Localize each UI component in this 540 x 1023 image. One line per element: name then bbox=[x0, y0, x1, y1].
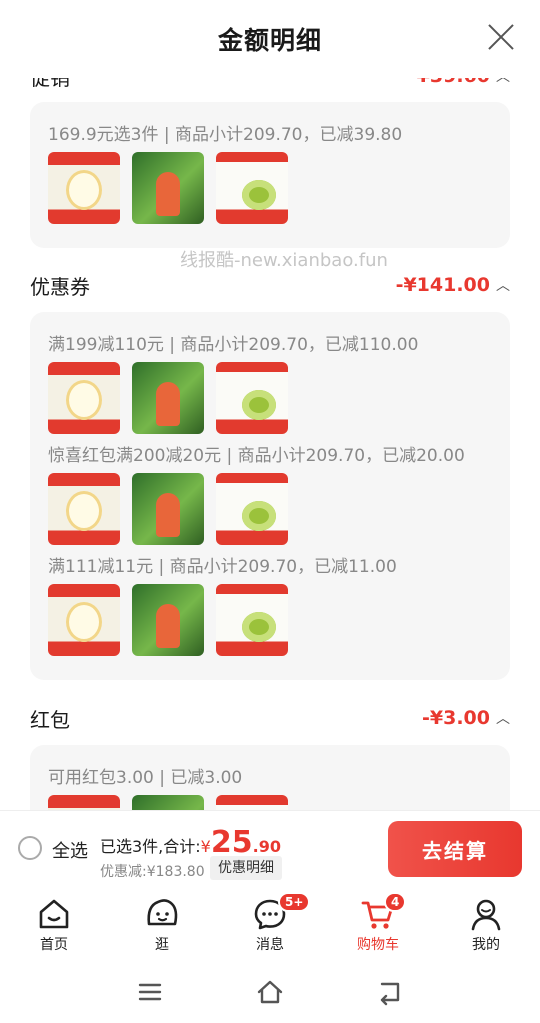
detail-content[interactable]: 促销 -¥39.60︿ 169.9元选3件 | 商品小计209.70，已减39.… bbox=[0, 0, 540, 810]
redpacket-group-line: 可用红包3.00 | 已减3.00 bbox=[48, 768, 243, 788]
tab-home[interactable]: 首页 bbox=[0, 888, 108, 960]
tab-messages-label: 消息 bbox=[256, 937, 284, 953]
tab-browse[interactable]: 逛 bbox=[108, 888, 216, 960]
redpacket-section-header[interactable]: 红包 -¥3.00 ︿ bbox=[30, 698, 510, 738]
checkout-bar: 全选 已选3件,合计: ¥ 25 .90 优惠减:¥183.80 优惠明细 去结… bbox=[0, 810, 540, 888]
product-thumb-farmer[interactable] bbox=[132, 473, 204, 545]
bottom-tabbar: 首页 逛 5+ 消息 4 购物车 我的 bbox=[0, 888, 540, 960]
tab-messages[interactable]: 5+ 消息 bbox=[216, 888, 324, 960]
tab-cart[interactable]: 4 购物车 bbox=[324, 888, 432, 960]
product-thumb-pear[interactable] bbox=[48, 795, 120, 810]
tab-home-label: 首页 bbox=[40, 937, 68, 953]
amount-detail-sheet: 促销 -¥39.60︿ 169.9元选3件 | 商品小计209.70，已减39.… bbox=[0, 0, 540, 810]
cart-badge: 4 bbox=[384, 892, 407, 912]
product-thumbs bbox=[48, 152, 288, 224]
product-thumb-pear[interactable] bbox=[48, 362, 120, 434]
redpacket-section-name: 红包 bbox=[30, 707, 70, 732]
total-decimal: .90 bbox=[252, 837, 281, 856]
user-icon bbox=[471, 899, 501, 931]
back-icon[interactable] bbox=[376, 978, 404, 1006]
discount-detail-button[interactable]: 优惠明细 bbox=[210, 856, 282, 880]
select-all-radio[interactable] bbox=[18, 836, 42, 860]
product-thumb-pear[interactable] bbox=[48, 152, 120, 224]
product-thumb-kiwi[interactable] bbox=[216, 362, 288, 434]
system-nav-bar bbox=[0, 960, 540, 1023]
total-integer: 25 bbox=[210, 825, 253, 860]
tab-browse-label: 逛 bbox=[155, 937, 169, 953]
product-thumb-kiwi[interactable] bbox=[216, 795, 288, 810]
currency-symbol: ¥ bbox=[200, 837, 211, 856]
chevron-up-icon: ︿ bbox=[496, 711, 510, 727]
checkout-button[interactable]: 去结算 bbox=[388, 821, 522, 877]
product-thumb-farmer[interactable] bbox=[132, 795, 204, 810]
coupon-card: 满199减110元 | 商品小计209.70，已减110.00 惊喜红包满200… bbox=[30, 312, 510, 680]
tab-cart-label: 购物车 bbox=[357, 937, 399, 953]
sheet-header: 金额明细 bbox=[0, 0, 540, 78]
coupon-section-header[interactable]: 优惠券 -¥141.00 ︿ bbox=[30, 265, 510, 305]
coupon-amount-value: -¥141.00 bbox=[395, 274, 490, 296]
face-icon bbox=[147, 899, 178, 926]
coupon-group-line: 满111减11元 | 商品小计209.70，已减11.00 bbox=[48, 557, 397, 577]
messages-badge: 5+ bbox=[278, 892, 311, 912]
coupon-group-line: 惊喜红包满200减20元 | 商品小计209.70，已减20.00 bbox=[48, 446, 465, 466]
product-thumb-farmer[interactable] bbox=[132, 152, 204, 224]
promo-card: 169.9元选3件 | 商品小计209.70，已减39.80 bbox=[30, 102, 510, 248]
coupon-section-amount: -¥141.00 ︿ bbox=[396, 274, 510, 296]
redpacket-amount-value: -¥3.00 bbox=[422, 707, 490, 729]
product-thumbs bbox=[48, 795, 288, 810]
product-thumb-pear[interactable] bbox=[48, 473, 120, 545]
product-thumb-pear[interactable] bbox=[48, 584, 120, 656]
tab-profile-label: 我的 bbox=[472, 937, 500, 953]
home-nav-icon[interactable] bbox=[256, 978, 284, 1006]
redpacket-card: 可用红包3.00 | 已减3.00 bbox=[30, 745, 510, 810]
menu-icon[interactable] bbox=[136, 978, 164, 1006]
coupon-group-line: 满199减110元 | 商品小计209.70，已减110.00 bbox=[48, 335, 419, 355]
total-summary: 已选3件,合计: ¥ 25 .90 bbox=[100, 825, 281, 860]
product-thumb-farmer[interactable] bbox=[132, 362, 204, 434]
product-thumb-kiwi[interactable] bbox=[216, 473, 288, 545]
close-icon[interactable] bbox=[486, 22, 516, 52]
selected-count-text: 已选3件,合计: bbox=[100, 837, 201, 856]
coupon-section-name: 优惠券 bbox=[30, 274, 90, 299]
product-thumbs bbox=[48, 584, 288, 656]
product-thumbs bbox=[48, 362, 288, 434]
product-thumb-farmer[interactable] bbox=[132, 584, 204, 656]
chevron-up-icon: ︿ bbox=[496, 278, 510, 294]
tab-profile[interactable]: 我的 bbox=[432, 888, 540, 960]
home-icon bbox=[39, 899, 69, 929]
redpacket-section-amount: -¥3.00 ︿ bbox=[422, 707, 510, 729]
promo-group-line: 169.9元选3件 | 商品小计209.70，已减39.80 bbox=[48, 125, 403, 145]
product-thumbs bbox=[48, 473, 288, 545]
sheet-title: 金额明细 bbox=[217, 26, 322, 55]
select-all-label[interactable]: 全选 bbox=[52, 837, 88, 863]
discount-text: 优惠减:¥183.80 bbox=[100, 864, 205, 880]
product-thumb-kiwi[interactable] bbox=[216, 152, 288, 224]
product-thumb-kiwi[interactable] bbox=[216, 584, 288, 656]
